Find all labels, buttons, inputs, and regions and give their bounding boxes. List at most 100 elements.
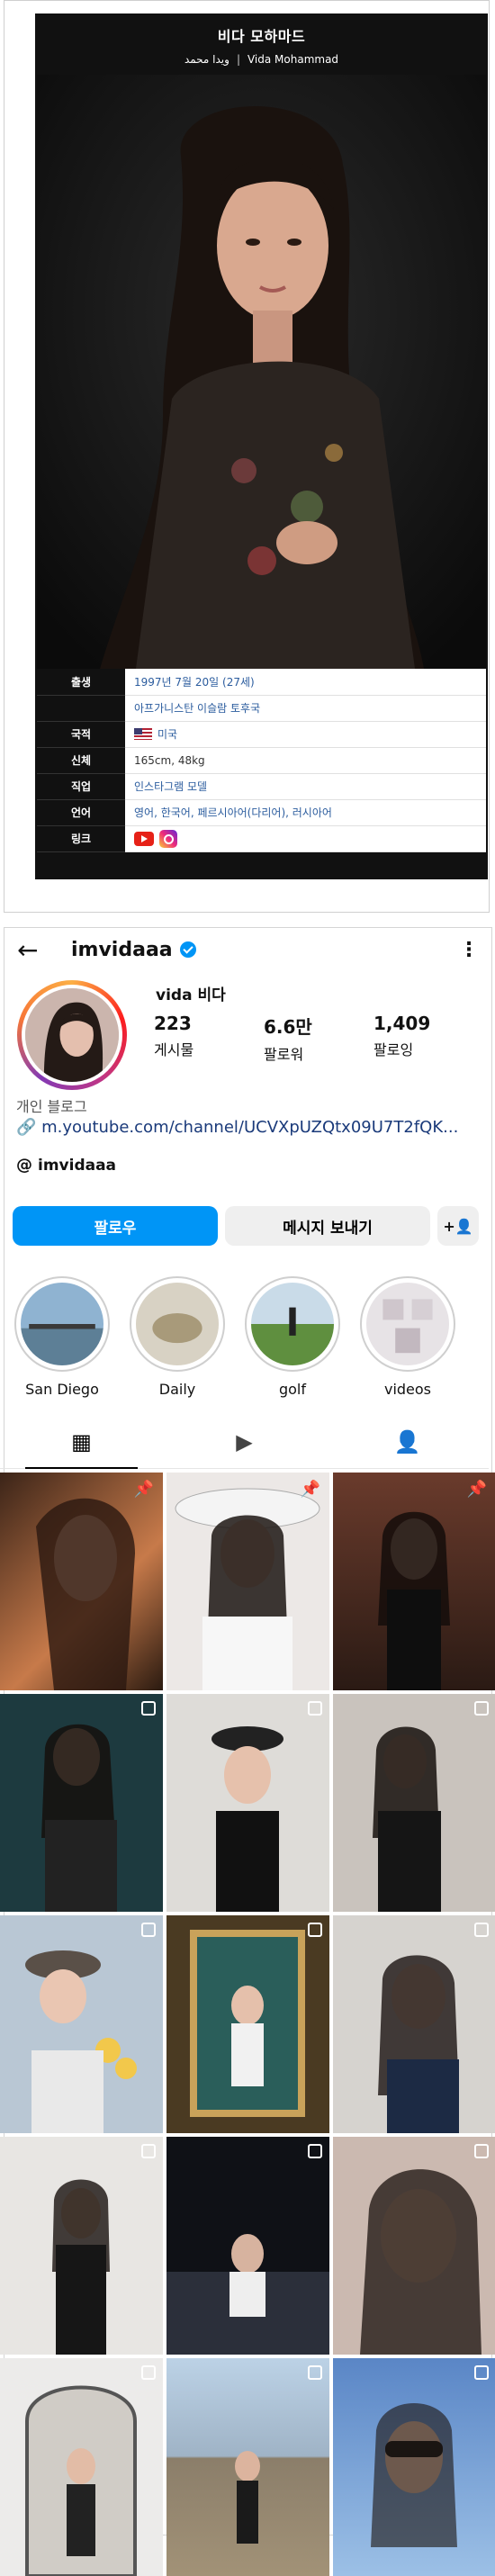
posts-stat[interactable]: 223 게시물 xyxy=(154,1013,264,1064)
profile-link[interactable]: 🔗 m.youtube.com/channel/UCVXpUZQtx09U7T2… xyxy=(16,1118,458,1137)
tab-posts[interactable]: ▦ xyxy=(0,1415,163,1469)
back-arrow-icon[interactable]: ← xyxy=(17,935,53,965)
post-image xyxy=(52,2179,110,2355)
post-tile[interactable] xyxy=(166,1915,329,2133)
wiki-row-links: 링크 xyxy=(37,825,486,852)
post-image xyxy=(371,2403,457,2547)
tab-tagged[interactable]: 👤 xyxy=(326,1415,489,1468)
wiki-row-birth: 출생 1997년 7월 20일 (27세) xyxy=(37,669,486,696)
post-image xyxy=(175,1488,320,1690)
threads-badge[interactable]: @ imvidaaa xyxy=(16,1156,116,1175)
post-image xyxy=(378,1511,450,1690)
post-image xyxy=(360,2169,482,2355)
verified-badge-icon xyxy=(179,941,196,958)
pinned-icon: 📌 xyxy=(133,1480,154,1499)
wiki-row-value[interactable]: 영어, 한국어, 페르시아어(다리어), 러시아어 xyxy=(125,799,486,826)
nationality-text[interactable]: 미국 xyxy=(158,728,177,741)
posts-count: 223 xyxy=(154,1013,192,1034)
highlight-videos[interactable]: videos xyxy=(358,1276,457,1398)
multiple-photos-icon xyxy=(308,1701,322,1716)
more-options-icon[interactable]: ⋮ xyxy=(459,939,479,961)
wiki-row-value[interactable]: 1997년 7월 20일 (27세) xyxy=(125,669,486,696)
message-button[interactable]: 메시지 보내기 xyxy=(225,1206,430,1246)
post-tile[interactable]: 📌 xyxy=(0,1473,163,1690)
add-user-button[interactable]: +👤 xyxy=(437,1206,479,1246)
story-ring[interactable] xyxy=(17,980,127,1090)
add-person-icon: +👤 xyxy=(443,1217,473,1235)
wiki-portrait-photo xyxy=(37,75,486,669)
youtube-icon[interactable] xyxy=(134,831,154,846)
wiki-row-value[interactable]: 인스타그램 모델 xyxy=(125,773,486,800)
profile-username: imvidaaa xyxy=(71,938,173,961)
highlight-label: San Diego xyxy=(25,1381,99,1398)
post-tile[interactable] xyxy=(166,1694,329,1912)
wiki-row-job: 직업 인스타그램 모델 xyxy=(37,773,486,800)
avatar[interactable] xyxy=(25,988,119,1082)
multiple-photos-icon xyxy=(141,1923,156,1937)
post-tile[interactable] xyxy=(0,1694,163,1912)
highlight-thumbnail xyxy=(251,1283,334,1365)
post-tile[interactable] xyxy=(333,2358,495,2576)
post-tile[interactable] xyxy=(166,2358,329,2576)
multiple-photos-icon xyxy=(308,2144,322,2158)
wiki-row-language: 언어 영어, 한국어, 페르시아어(다리어), 러시아어 xyxy=(37,799,486,826)
highlight-thumbnail xyxy=(21,1283,104,1365)
post-tile[interactable] xyxy=(333,2137,495,2355)
portrait-illustration xyxy=(37,75,486,669)
post-image xyxy=(36,1498,135,1690)
post-tile[interactable] xyxy=(333,1915,495,2133)
post-tile[interactable]: 📌 xyxy=(166,1473,329,1690)
highlight-golf[interactable]: golf xyxy=(243,1276,342,1398)
post-tile[interactable] xyxy=(333,1694,495,1912)
wiki-row-key: 출생 xyxy=(37,669,125,696)
pinned-icon: 📌 xyxy=(466,1480,487,1499)
multiple-photos-icon xyxy=(141,2144,156,2158)
followers-stat[interactable]: 6.6만 팔로워 xyxy=(264,1013,374,1064)
us-flag-icon xyxy=(134,728,152,740)
post-image xyxy=(373,1726,441,1912)
highlight-daily[interactable]: Daily xyxy=(128,1276,227,1398)
highlight-san-diego[interactable]: San Diego xyxy=(13,1276,112,1398)
post-image xyxy=(235,2451,260,2544)
tab-reels[interactable]: ▶ xyxy=(163,1415,326,1468)
post-tile[interactable] xyxy=(0,2137,163,2355)
post-image xyxy=(41,1724,117,1912)
follow-button[interactable]: 팔로우 xyxy=(13,1206,218,1246)
highlight-label: golf xyxy=(278,1381,307,1398)
multiple-photos-icon xyxy=(141,2365,156,2380)
followers-count: 6.6만 xyxy=(264,1016,312,1038)
wiki-row-body: 신체 165cm, 48kg xyxy=(37,747,486,774)
multiple-photos-icon xyxy=(474,2144,489,2158)
post-tile[interactable] xyxy=(166,2137,329,2355)
wiki-row-key: 신체 xyxy=(37,747,125,774)
wiki-row-value-nationality[interactable]: 미국 xyxy=(125,721,486,748)
wiki-row-value: 165cm, 48kg xyxy=(125,747,486,774)
top-bar: ← imvidaaa ⋮ xyxy=(4,928,491,971)
avatar-image xyxy=(25,988,119,1082)
post-tile[interactable] xyxy=(0,2358,163,2576)
instagram-icon[interactable] xyxy=(159,829,177,848)
profile-category: 개인 블로그 xyxy=(16,1098,87,1115)
post-tile[interactable]: 📌 xyxy=(333,1473,495,1690)
threads-handle[interactable]: imvidaaa xyxy=(38,1157,116,1175)
wiki-row-birthplace: 아프가니스탄 이슬람 토후국 xyxy=(37,695,486,722)
reels-icon: ▶ xyxy=(236,1428,253,1455)
following-stat[interactable]: 1,409 팔로잉 xyxy=(374,1013,483,1064)
story-highlights: San Diego Daily golf videos xyxy=(13,1276,457,1398)
grid-icon: ▦ xyxy=(71,1428,92,1455)
wiki-profile-card: 비다 모하마드 ویدا محمد | Vida Mohammad 출생 199… xyxy=(4,0,490,913)
wiki-subtitle: ویدا محمد | Vida Mohammad xyxy=(184,53,339,66)
profile-link-text[interactable]: m.youtube.com/channel/UCVXpUZQtx09U7T2fQ… xyxy=(41,1118,458,1137)
post-image xyxy=(25,1950,137,2133)
pinned-icon: 📌 xyxy=(300,1480,320,1499)
multiple-photos-icon xyxy=(474,1701,489,1716)
wiki-row-key: 직업 xyxy=(37,773,125,800)
highlight-label: videos xyxy=(383,1381,432,1398)
wiki-row-value[interactable]: 아프가니스탄 이슬람 토후국 xyxy=(125,695,486,722)
posts-label: 게시물 xyxy=(154,1041,194,1058)
profile-stats: 223 게시물 6.6만 팔로워 1,409 팔로잉 xyxy=(154,1013,483,1064)
highlight-thumbnail xyxy=(136,1283,219,1365)
profile-header: vida 비다 223 게시물 6.6만 팔로워 1,409 팔로잉 xyxy=(4,971,491,1090)
post-tile[interactable] xyxy=(0,1915,163,2133)
wiki-row-key: 국적 xyxy=(37,721,125,748)
